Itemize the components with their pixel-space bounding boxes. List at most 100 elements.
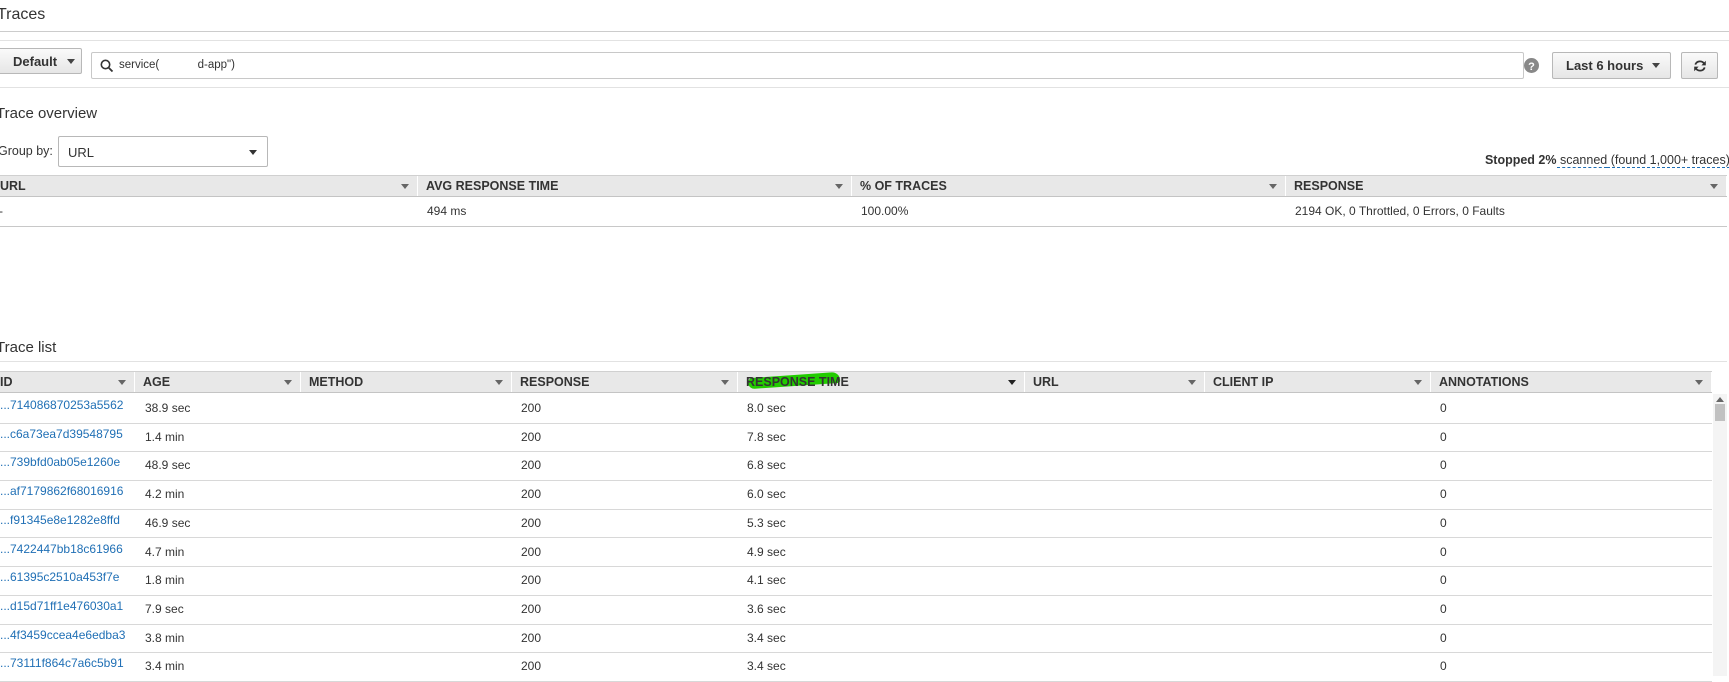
- response-time-cell: 6.0 sec: [747, 487, 786, 502]
- column-header-url[interactable]: URL: [0, 176, 418, 196]
- time-range-label: Last 6 hours: [1566, 58, 1644, 73]
- chevron-down-icon: [1710, 184, 1718, 189]
- trace-id-link[interactable]: ...4f3459ccea4e6edba3: [0, 628, 125, 642]
- chevron-down-icon: [1269, 184, 1277, 189]
- scan-status-found[interactable]: (found 1,000+ traces): [1607, 153, 1729, 168]
- age-cell: 48.9 sec: [145, 458, 191, 473]
- trace-overview-title: Trace overview: [0, 105, 98, 122]
- column-header-annotations[interactable]: ANNOTATIONS: [1431, 372, 1712, 392]
- trace-id-link[interactable]: ...af7179862f68016916: [0, 484, 123, 498]
- trace-id-link[interactable]: ...7422447bb18c61966: [0, 542, 123, 556]
- group-by-value: URL: [68, 145, 95, 160]
- divider: [0, 31, 1729, 32]
- response-time-cell: 3.4 sec: [747, 659, 786, 674]
- column-header-id[interactable]: ID: [0, 372, 135, 392]
- group-by-select[interactable]: URL: [58, 136, 268, 167]
- response-time-cell: 4.1 sec: [747, 573, 786, 588]
- scrollbar-thumb[interactable]: [1715, 404, 1725, 421]
- column-header-age[interactable]: AGE: [135, 372, 301, 392]
- age-cell: 38.9 sec: [145, 401, 191, 415]
- column-header-response-time[interactable]: RESPONSE TIME: [738, 371, 1025, 392]
- response-cell: 200: [521, 429, 542, 444]
- trace-list-title: Trace list: [0, 339, 57, 356]
- annotations-cell: 0: [1440, 659, 1447, 674]
- chevron-down-icon: [1695, 380, 1703, 385]
- group-by-label: Group by:: [0, 144, 53, 158]
- annotations-cell: 0: [1440, 515, 1447, 530]
- overview-response-cell: 2194 OK, 0 Throttled, 0 Errors, 0 Faults: [1295, 204, 1505, 218]
- filter-expression-text: service( d-app"): [119, 59, 235, 71]
- response-time-cell: 3.6 sec: [747, 601, 786, 616]
- chevron-down-icon: [118, 380, 126, 385]
- overview-avg-response-cell: 494 ms: [427, 204, 467, 218]
- age-cell: 1.4 min: [145, 429, 185, 444]
- divider: [0, 40, 1729, 41]
- column-header-method[interactable]: METHOD: [301, 372, 512, 392]
- refresh-icon: [1693, 59, 1706, 72]
- overview-table-row[interactable]: - 494 ms 100.00% 2194 OK, 0 Throttled, 0…: [0, 197, 1727, 226]
- chevron-down-icon: [721, 380, 729, 385]
- overview-percent-cell: 100.00%: [861, 204, 909, 218]
- response-time-cell: 6.8 sec: [747, 458, 786, 473]
- column-header-response[interactable]: RESPONSE: [1286, 176, 1727, 196]
- svg-text:?: ?: [1528, 61, 1535, 73]
- table-row[interactable]: ...c6a73ea7d39548795 1.4 min 200 7.8 sec 0: [0, 424, 1712, 453]
- scroll-up-icon[interactable]: [1716, 397, 1724, 402]
- annotations-cell: 0: [1440, 601, 1447, 616]
- annotations-cell: 0: [1440, 573, 1447, 588]
- response-cell: 200: [521, 573, 542, 588]
- chevron-down-icon: [284, 380, 292, 385]
- annotations-cell: 0: [1440, 401, 1447, 415]
- chevron-down-icon: [1008, 380, 1016, 385]
- divider: [0, 87, 1729, 88]
- age-cell: 3.4 min: [145, 659, 185, 674]
- annotations-cell: 0: [1440, 487, 1447, 502]
- help-icon[interactable]: ?: [1523, 57, 1540, 74]
- table-row[interactable]: ...f91345e8e1282e8ffd 46.9 sec 200 5.3 sec 0: [0, 510, 1712, 539]
- response-time-cell: 3.4 sec: [747, 630, 786, 645]
- age-cell: 4.7 min: [145, 544, 185, 559]
- refresh-button[interactable]: [1681, 52, 1718, 79]
- trace-id-link[interactable]: ...714086870253a5562: [0, 398, 123, 412]
- trace-list-table-header: ID AGE METHOD RESPONSE RESPONSE TIME URL…: [0, 371, 1712, 393]
- trace-id-link[interactable]: ...739bfd0ab05e1260e: [0, 455, 120, 469]
- column-header-response[interactable]: RESPONSE: [512, 372, 738, 392]
- response-cell: 200: [521, 515, 542, 530]
- overview-table-header: URL AVG RESPONSE TIME % OF TRACES RESPON…: [0, 175, 1727, 197]
- chevron-down-icon: [495, 380, 503, 385]
- response-cell: 200: [521, 487, 542, 502]
- annotations-cell: 0: [1440, 458, 1447, 473]
- annotations-cell: 0: [1440, 630, 1447, 645]
- filter-expression-input[interactable]: service( d-app") ?: [91, 52, 1539, 79]
- column-header-percent-of-traces[interactable]: % OF TRACES: [852, 176, 1286, 196]
- trace-id-link[interactable]: ...d15d71ff1e476030a1: [0, 599, 123, 613]
- scrollbar-track[interactable]: [1713, 394, 1727, 676]
- table-row[interactable]: ...73111f864c7a6c5b91 3.4 min 200 3.4 sec 0: [0, 653, 1712, 682]
- response-cell: 200: [521, 544, 542, 559]
- scan-status: Stopped 2% scanned (found 1,000+ traces): [1478, 139, 1729, 168]
- scan-status-percent: 2%: [1538, 153, 1557, 167]
- trace-id-link[interactable]: ...61395c2510a453f7e: [0, 570, 119, 584]
- chevron-down-icon: [1652, 63, 1661, 68]
- trace-id-link[interactable]: ...73111f864c7a6c5b91: [0, 656, 124, 670]
- trace-id-link[interactable]: ...f91345e8e1282e8ffd: [0, 513, 120, 527]
- table-row[interactable]: ...4f3459ccea4e6edba3 3.8 min 200 3.4 sec 0: [0, 625, 1712, 654]
- scan-status-scanned[interactable]: scanned: [1556, 153, 1608, 168]
- column-header-avg-response-time[interactable]: AVG RESPONSE TIME: [418, 176, 852, 196]
- chevron-down-icon: [835, 184, 843, 189]
- response-cell: 200: [521, 630, 542, 645]
- table-row[interactable]: ...739bfd0ab05e1260e 48.9 sec 200 6.8 sec 0: [0, 452, 1712, 482]
- table-row[interactable]: ...61395c2510a453f7e 1.8 min 200 4.1 sec 0: [0, 567, 1712, 596]
- response-time-cell: 5.3 sec: [747, 515, 786, 530]
- column-header-url[interactable]: URL: [1025, 372, 1205, 392]
- table-row[interactable]: ...7422447bb18c61966 4.7 min 200 4.9 sec 0: [0, 539, 1712, 568]
- age-cell: 4.2 min: [145, 487, 185, 502]
- group-dropdown-button[interactable]: Default: [0, 48, 82, 74]
- table-row[interactable]: ...af7179862f68016916 4.2 min 200 6.0 sec 0: [0, 481, 1712, 510]
- table-row[interactable]: ...714086870253a5562 38.9 sec 200 8.0 sec 0: [0, 395, 1712, 424]
- column-header-client-ip[interactable]: CLIENT IP: [1205, 372, 1431, 392]
- table-row[interactable]: ...d15d71ff1e476030a1 7.9 sec 200 3.6 sec 0: [0, 596, 1712, 625]
- trace-id-link[interactable]: ...c6a73ea7d39548795: [0, 427, 123, 441]
- time-range-button[interactable]: Last 6 hours: [1552, 52, 1671, 79]
- annotations-cell: 0: [1440, 544, 1447, 559]
